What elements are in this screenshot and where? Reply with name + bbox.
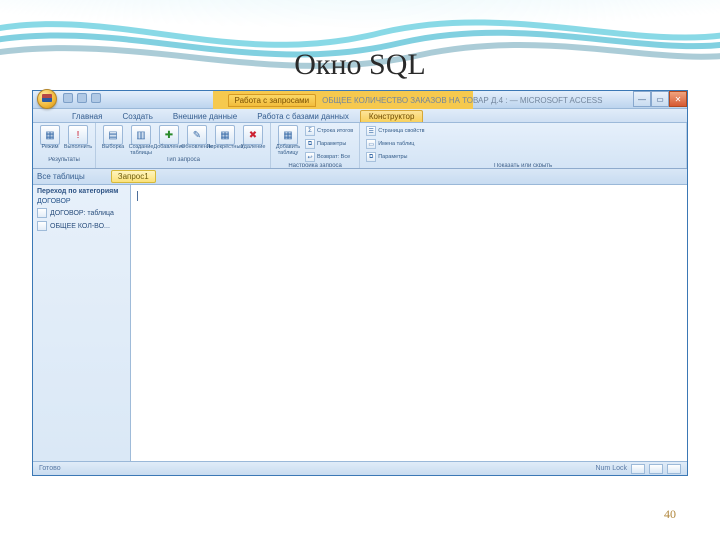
ribbon-group-show-hide: ☰Страница свойств ▭Имена таблиц ⧉Парамет… [360, 123, 687, 168]
ribbon: ▦ Режим ! Выполнить Результаты ▤Выборка … [33, 123, 687, 169]
sigma-icon: Σ [305, 126, 315, 136]
qat-redo-icon[interactable] [91, 93, 101, 103]
view-design-button[interactable] [649, 464, 663, 474]
text-cursor [137, 191, 138, 201]
tab-design[interactable]: Конструктор [360, 110, 424, 122]
tab-external-data[interactable]: Внешние данные [164, 110, 246, 122]
quick-access-toolbar [63, 93, 101, 103]
delete-icon: ✖ [243, 125, 263, 145]
property-icon: ☰ [366, 126, 376, 136]
table-object-icon [37, 208, 47, 218]
document-tab[interactable]: Запрос1 [111, 170, 156, 183]
window-caption: ОБЩЕЕ КОЛИЧЕСТВО ЗАКАЗОВ НА ТОВАР Д.4 : … [322, 96, 602, 105]
params2-icon: ⧉ [366, 152, 376, 162]
nav-category-header: Переход по категориям [37, 188, 126, 195]
datasheet-icon: ▦ [40, 125, 60, 145]
group-label: Тип запроса [100, 157, 266, 167]
view-sql-button[interactable] [631, 464, 645, 474]
client-area: Переход по категориям ДОГОВОР ДОГОВОР: т… [33, 185, 687, 461]
nav-item-query[interactable]: ОБЩЕЕ КОЛ-ВО... [37, 221, 126, 231]
property-sheet-button[interactable]: ☰Страница свойств [364, 125, 426, 137]
group-label: Показать или скрыть [364, 163, 682, 167]
table-icon: ▤ [103, 125, 123, 145]
ribbon-group-results: ▦ Режим ! Выполнить Результаты [33, 123, 96, 168]
title-bar: Работа с запросами ОБЩЕЕ КОЛИЧЕСТВО ЗАКА… [33, 91, 687, 109]
qat-save-icon[interactable] [63, 93, 73, 103]
tablenames-icon: ▭ [366, 139, 376, 149]
ribbon-group-query-setup: ▦Добавить таблицу ΣСтрока итогов ⧉Параме… [271, 123, 360, 168]
maketable-query-button[interactable]: ▥Создание таблицы [128, 125, 154, 156]
run-button[interactable]: ! Выполнить [65, 125, 91, 151]
nav-item-table[interactable]: ДОГОВОР: таблица [37, 208, 126, 218]
minimize-button[interactable]: — [633, 91, 651, 107]
parameters-button[interactable]: ⧉Параметры [303, 138, 355, 150]
tab-create[interactable]: Создать [113, 110, 161, 122]
status-text: Готово [39, 465, 61, 472]
ribbon-tabs: Главная Создать Внешние данные Работа с … [33, 109, 687, 123]
nav-group-header[interactable]: ДОГОВОР [37, 198, 126, 205]
view-button[interactable]: ▦ Режим [37, 125, 63, 151]
access-window: Работа с запросами ОБЩЕЕ КОЛИЧЕСТВО ЗАКА… [32, 90, 688, 476]
run-icon: ! [68, 125, 88, 145]
secondary-bar: Все таблицы Запрос1 [33, 169, 687, 185]
return-icon: ↩ [305, 152, 315, 162]
status-bar: Готово Num Lock [33, 461, 687, 475]
maketable-icon: ▥ [131, 125, 151, 145]
select-query-button[interactable]: ▤Выборка [100, 125, 126, 151]
crosstab-icon: ▦ [215, 125, 235, 145]
query-object-icon [37, 221, 47, 231]
sql-editor[interactable] [131, 185, 687, 461]
ribbon-group-query-type: ▤Выборка ▥Создание таблицы ✚Добавление ✎… [96, 123, 271, 168]
close-button[interactable]: ✕ [669, 91, 687, 107]
show-table-button[interactable]: ▦Добавить таблицу [275, 125, 301, 156]
group-label: Результаты [37, 157, 91, 167]
tab-database-tools[interactable]: Работа с базами данных [248, 110, 358, 122]
delete-query-button[interactable]: ✖Удаление [240, 125, 266, 151]
qat-undo-icon[interactable] [77, 93, 87, 103]
tab-home[interactable]: Главная [63, 110, 111, 122]
view-datasheet-button[interactable] [667, 464, 681, 474]
contextual-tab-label: Работа с запросами [228, 94, 317, 107]
nav-pane-title[interactable]: Все таблицы [37, 172, 85, 181]
slide-page-number: 40 [664, 507, 676, 522]
totals-button[interactable]: ΣСтрока итогов [303, 125, 355, 137]
crosstab-query-button[interactable]: ▦Перекрёстный [212, 125, 238, 151]
append-icon: ✚ [159, 125, 179, 145]
table-names-button[interactable]: ▭Имена таблиц [364, 138, 426, 150]
slide-title: Окно SQL [0, 48, 720, 82]
status-numlock: Num Lock [595, 465, 627, 472]
show-table-icon: ▦ [278, 125, 298, 145]
return-dropdown[interactable]: ↩Возврат: Все [303, 151, 355, 163]
maximize-button[interactable]: ▭ [651, 91, 669, 107]
navigation-pane[interactable]: Переход по категориям ДОГОВОР ДОГОВОР: т… [33, 185, 131, 461]
update-icon: ✎ [187, 125, 207, 145]
append-query-button[interactable]: ✚Добавление [156, 125, 182, 151]
params-icon: ⧉ [305, 139, 315, 149]
group-label: Настройка запроса [275, 163, 355, 167]
parameters2-button[interactable]: ⧉Параметры [364, 151, 426, 163]
office-button[interactable] [37, 89, 57, 109]
